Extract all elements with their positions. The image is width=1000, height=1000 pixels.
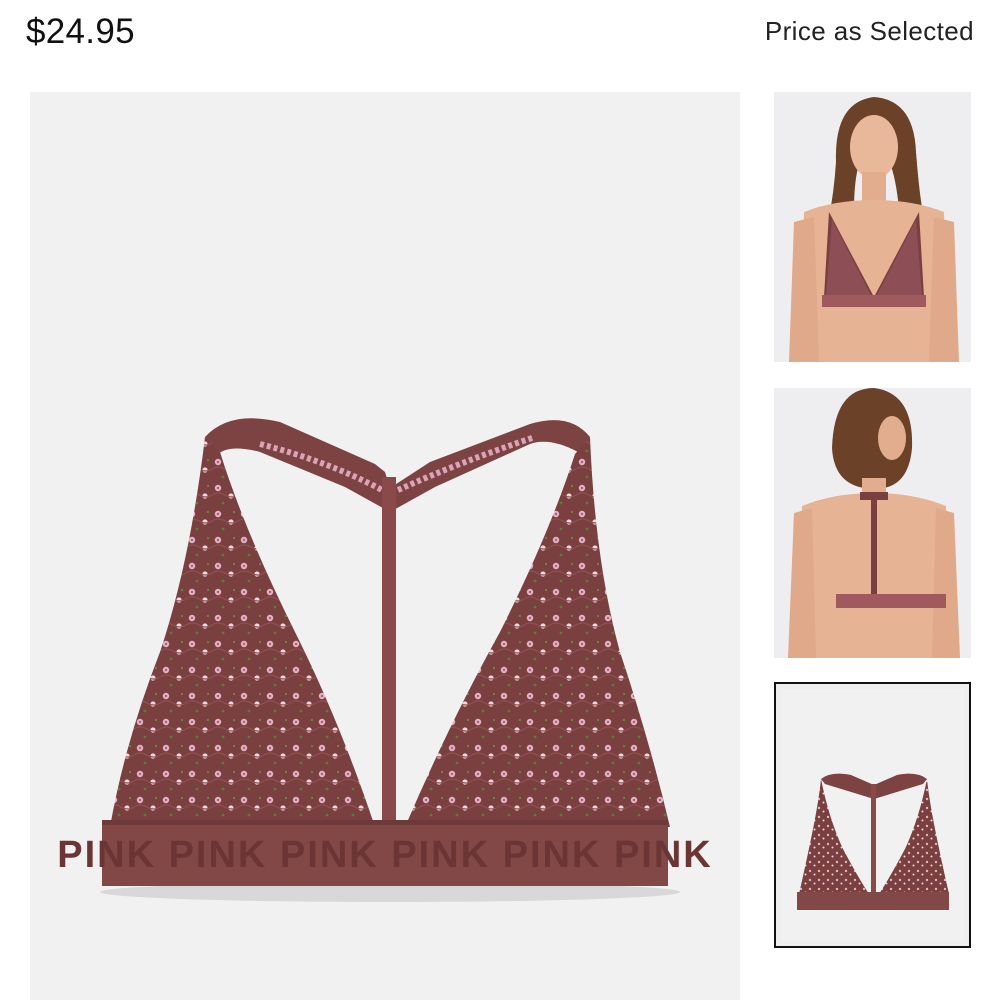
main-product-image[interactable]: PINK PINK PINK PINK PINK PINK xyxy=(30,92,740,1000)
product-price: $24.95 xyxy=(26,12,135,51)
thumbnail-selected-frame xyxy=(781,689,964,941)
model-front-image xyxy=(774,92,971,362)
thumbnail-product-flat[interactable] xyxy=(774,682,971,948)
bralette-illustration: PINK PINK PINK PINK PINK PINK xyxy=(57,418,713,902)
band-logo-text: PINK PINK PINK PINK PINK PINK xyxy=(57,834,713,876)
price-note: Price as Selected xyxy=(764,16,974,46)
thumbnail-model-back[interactable] xyxy=(774,388,971,658)
model-back-image xyxy=(774,388,971,658)
thumbnail-model-front[interactable] xyxy=(774,92,971,362)
product-flat-image xyxy=(781,689,964,941)
